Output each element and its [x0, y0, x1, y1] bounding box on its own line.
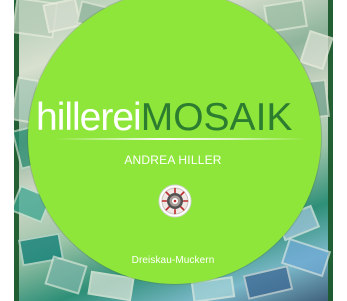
brand-name-hillerei: hillerei	[36, 96, 142, 139]
owner-name: ANDREA HILLER	[124, 153, 222, 167]
mosaic-tile	[299, 29, 333, 71]
brand-name-mosaik: MOSAIK	[140, 96, 293, 139]
mosaic-logo-page: hillereiMOSAIK ANDREA HILLER Dreiskau-Mu…	[0, 0, 347, 301]
brand-divider	[54, 138, 306, 140]
location-name: Dreiskau-Muckern	[131, 255, 215, 266]
mosaic-tile	[242, 265, 294, 300]
brand-name: hillereiMOSAIK	[36, 96, 326, 140]
mosaic-tile	[44, 255, 88, 295]
green-logo-disc	[28, 0, 321, 284]
round-mosaic-emblem-icon	[158, 184, 192, 218]
